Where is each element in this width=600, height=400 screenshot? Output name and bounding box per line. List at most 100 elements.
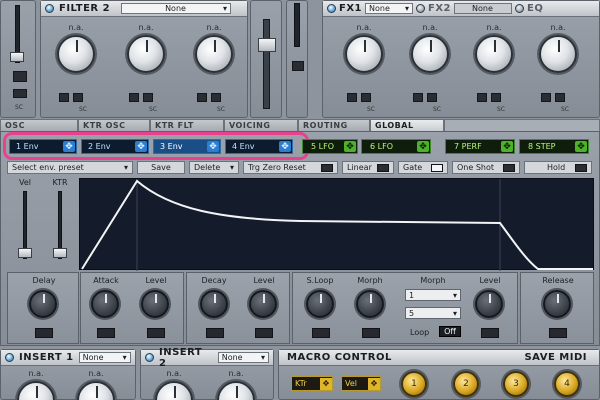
mod-slot[interactable] — [413, 93, 423, 102]
fx1-knob-4[interactable]: n.a. — [535, 23, 581, 73]
fx1-knob-2[interactable]: n.a. — [407, 23, 453, 73]
linear-checkbox[interactable] — [377, 163, 389, 172]
knob-icon[interactable] — [411, 35, 449, 73]
filter2-power-icon[interactable] — [45, 4, 54, 13]
filter2-knob-1[interactable]: n.a. — [53, 23, 99, 73]
knob-icon[interactable] — [127, 35, 165, 73]
morph-knob[interactable] — [356, 290, 386, 320]
drag-move-icon[interactable]: ✥ — [320, 377, 332, 390]
lfo-button-7[interactable]: 7 PERF ✥ — [445, 139, 515, 154]
knob-icon[interactable] — [475, 35, 513, 73]
knob-icon[interactable] — [217, 381, 255, 400]
mod-slot[interactable] — [59, 93, 69, 102]
macro-knob-4[interactable]: 4 — [554, 371, 580, 397]
knob-icon[interactable] — [200, 290, 228, 318]
center-fader-handle[interactable] — [258, 38, 276, 52]
release-knob[interactable] — [543, 290, 573, 320]
one-shot-toggle[interactable]: One Shot — [452, 161, 520, 174]
envelope-curve[interactable] — [80, 179, 595, 271]
decay-knob[interactable] — [200, 290, 230, 320]
drag-move-icon[interactable]: ✥ — [344, 141, 356, 152]
mod-slot[interactable] — [143, 93, 153, 102]
mod-slot[interactable] — [555, 93, 565, 102]
knob-icon[interactable]: 2 — [453, 371, 479, 397]
morph-mod-slot[interactable] — [362, 328, 380, 338]
center-fader-track[interactable] — [258, 19, 276, 109]
knob-icon[interactable] — [91, 290, 119, 318]
morph-level-knob[interactable] — [475, 290, 505, 320]
macro-knob-3[interactable]: 3 — [503, 371, 529, 397]
knob-icon[interactable] — [539, 35, 577, 73]
fx1-knob-1[interactable]: n.a. — [341, 23, 387, 73]
ktr-slider-track[interactable] — [53, 191, 67, 259]
morph-select-1[interactable]: 1 ▾ — [405, 289, 461, 301]
knob-icon[interactable]: 3 — [503, 371, 529, 397]
mod-slot[interactable] — [427, 93, 437, 102]
sloop-mod-slot[interactable] — [312, 328, 330, 338]
save-button[interactable]: Save — [137, 161, 185, 174]
vel-slider-track[interactable] — [18, 191, 32, 259]
knob-icon[interactable] — [249, 290, 277, 318]
mod-slot[interactable] — [197, 93, 207, 102]
hold-toggle[interactable]: Hold — [524, 161, 592, 174]
knob-icon[interactable]: 4 — [554, 371, 580, 397]
lfo-button-6[interactable]: 6 LFO ✥ — [361, 139, 431, 154]
insert2-preset-dropdown[interactable]: None ▾ — [217, 352, 269, 363]
macro-knob-2[interactable]: 2 — [453, 371, 479, 397]
morph-level-mod-slot[interactable] — [481, 328, 499, 338]
insert2-knob-1[interactable]: n.a. — [151, 369, 197, 400]
hold-checkbox[interactable] — [575, 163, 587, 172]
macro-ktr-source[interactable]: KTr ✥ — [291, 376, 333, 391]
knob-icon[interactable] — [17, 381, 55, 400]
fx1-knob-3[interactable]: n.a. — [471, 23, 517, 73]
left-mod-slot[interactable] — [13, 71, 27, 82]
left-slider-handle[interactable] — [10, 52, 24, 62]
tab-voicing[interactable]: VOICING — [224, 119, 298, 131]
attack-level-mod-slot[interactable] — [147, 328, 165, 338]
knob-icon[interactable] — [356, 290, 384, 318]
macro-vel-source[interactable]: Vel ✥ — [341, 376, 381, 391]
delete-dropdown[interactable]: Delete ▾ — [189, 161, 239, 174]
insert1-knob-1[interactable]: n.a. — [13, 369, 59, 400]
right-mod-slot[interactable] — [292, 61, 304, 71]
drag-move-icon[interactable]: ✥ — [501, 141, 513, 152]
decay-mod-slot[interactable] — [206, 328, 224, 338]
ktr-slider[interactable]: KTR — [45, 178, 75, 270]
tab-global[interactable]: GLOBAL — [370, 119, 444, 131]
drag-move-icon[interactable]: ✥ — [417, 141, 429, 152]
knob-icon[interactable] — [29, 290, 57, 318]
insert1-preset-dropdown[interactable]: None ▾ — [78, 352, 131, 363]
insert1-power-icon[interactable] — [5, 353, 14, 362]
fx2-preset-dropdown[interactable]: None — [454, 3, 512, 14]
linear-toggle[interactable]: Linear — [342, 161, 394, 174]
fx2-power-icon[interactable] — [416, 4, 425, 13]
mod-slot[interactable] — [541, 93, 551, 102]
trig-zero-reset-checkbox[interactable] — [321, 163, 333, 172]
knob-icon[interactable] — [57, 35, 95, 73]
release-mod-slot[interactable] — [549, 328, 567, 338]
insert2-knob-2[interactable]: n.a. — [213, 369, 259, 400]
tab-osc[interactable]: OSC — [0, 119, 78, 131]
mod-slot[interactable] — [361, 93, 371, 102]
tab-routing[interactable]: ROUTING — [298, 119, 370, 131]
lfo-button-5[interactable]: 5 LFO ✥ — [302, 139, 358, 154]
eq-power-icon[interactable] — [515, 4, 524, 13]
decay-level-mod-slot[interactable] — [255, 328, 273, 338]
knob-icon[interactable] — [155, 381, 193, 400]
gate-toggle[interactable]: Gate — [398, 161, 448, 174]
mod-slot[interactable] — [347, 93, 357, 102]
trig-zero-reset[interactable]: Trg Zero Reset — [243, 161, 338, 174]
attack-knob[interactable] — [91, 290, 121, 320]
lfo-button-8[interactable]: 8 STEP ✥ — [519, 139, 589, 154]
left-slider-track[interactable] — [10, 5, 24, 63]
save-midi-button[interactable]: SAVE MIDI — [524, 352, 587, 363]
ktr-slider-handle[interactable] — [53, 248, 67, 258]
mod-slot[interactable] — [73, 93, 83, 102]
mod-slot[interactable] — [211, 93, 221, 102]
vel-slider-handle[interactable] — [18, 248, 32, 258]
insert2-power-icon[interactable] — [145, 353, 154, 362]
vel-slider[interactable]: Vel — [10, 178, 40, 270]
filter2-preset-dropdown[interactable]: None ▾ — [121, 3, 232, 14]
knob-icon[interactable] — [77, 381, 115, 400]
mod-slot[interactable] — [129, 93, 139, 102]
